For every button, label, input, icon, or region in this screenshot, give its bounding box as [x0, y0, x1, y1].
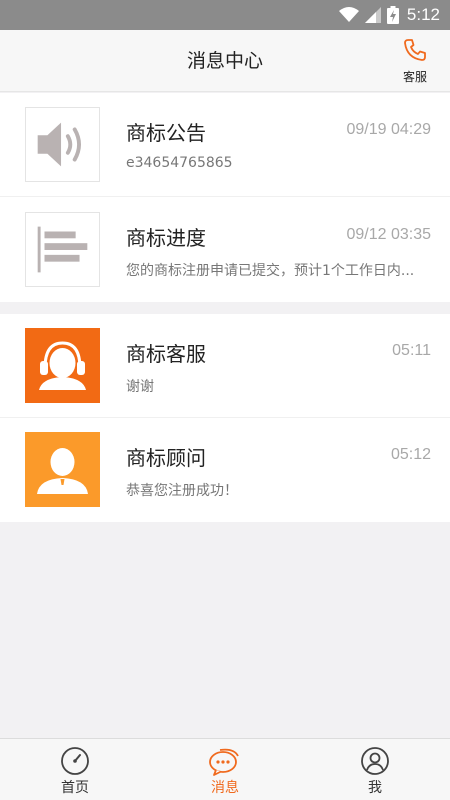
- message-title: 商标客服: [126, 342, 206, 366]
- message-title: 商标顾问: [126, 446, 206, 470]
- message-time: 05:11: [392, 342, 431, 359]
- customer-service-button[interactable]: 客服: [398, 38, 432, 85]
- speaker-icon: [37, 122, 81, 167]
- message-time: 05:12: [390, 446, 431, 463]
- announcement-avatar: [25, 107, 100, 182]
- message-item-progress[interactable]: 商标进度 09/12 03:35 您的商标注册申请已提交，预计1个工作日内...: [0, 198, 450, 302]
- row-divider: [0, 196, 450, 197]
- message-preview: 您的商标注册申请已提交，预计1个工作日内...: [126, 263, 415, 279]
- consultant-person-icon: [37, 448, 88, 494]
- status-time: 5:12: [406, 5, 440, 24]
- tab-home[interactable]: 首页: [0, 739, 150, 800]
- tab-messages[interactable]: 消息: [150, 739, 300, 800]
- message-item-announcement[interactable]: 商标公告 09/19 04:29 e34654765865: [0, 93, 450, 197]
- message-item-consultant[interactable]: 商标顾问 05:12 恭喜您注册成功！: [0, 418, 450, 522]
- customer-service-label: 客服: [402, 70, 427, 84]
- message-time: 09/19 04:29: [346, 121, 431, 138]
- status-bar: 5:12: [0, 0, 450, 30]
- progress-bars-icon: [37, 226, 88, 273]
- compass-icon: [61, 747, 89, 775]
- message-title: 商标公告: [126, 121, 206, 145]
- message-title: 商标进度: [126, 226, 206, 250]
- battery-charging-icon: [386, 6, 399, 24]
- tab-label: 首页: [61, 780, 89, 796]
- headset-agent-icon: [39, 341, 86, 390]
- user-circle-icon: [361, 747, 389, 775]
- bottom-tab-bar: 首页 消息 我: [0, 738, 450, 800]
- message-group-system: 商标公告 09/19 04:29 e34654765865 商标进度 09/12…: [0, 93, 450, 302]
- wifi-icon: [338, 7, 359, 22]
- cellular-signal-icon: [364, 7, 381, 23]
- phone-icon: [404, 39, 426, 61]
- message-preview: e34654765865: [126, 155, 233, 171]
- header: 消息中心 客服: [0, 30, 450, 92]
- consultant-avatar: [25, 432, 100, 507]
- tab-label: 我: [368, 780, 382, 796]
- message-item-customer-service[interactable]: 商标客服 05:11 谢谢: [0, 314, 450, 418]
- message-preview: 恭喜您注册成功！: [126, 483, 238, 499]
- message-group-service: 商标客服 05:11 谢谢 商标顾问 05:12 恭喜您注册成功！: [0, 314, 450, 522]
- progress-avatar: [25, 212, 100, 287]
- message-time: 09/12 03:35: [346, 226, 431, 243]
- tab-me[interactable]: 我: [300, 739, 450, 800]
- message-preview: 谢谢: [126, 379, 154, 395]
- page-title: 消息中心: [186, 50, 263, 72]
- chat-bubble-icon: [209, 748, 239, 776]
- tab-label: 消息: [211, 780, 239, 796]
- customer-service-avatar: [25, 328, 100, 403]
